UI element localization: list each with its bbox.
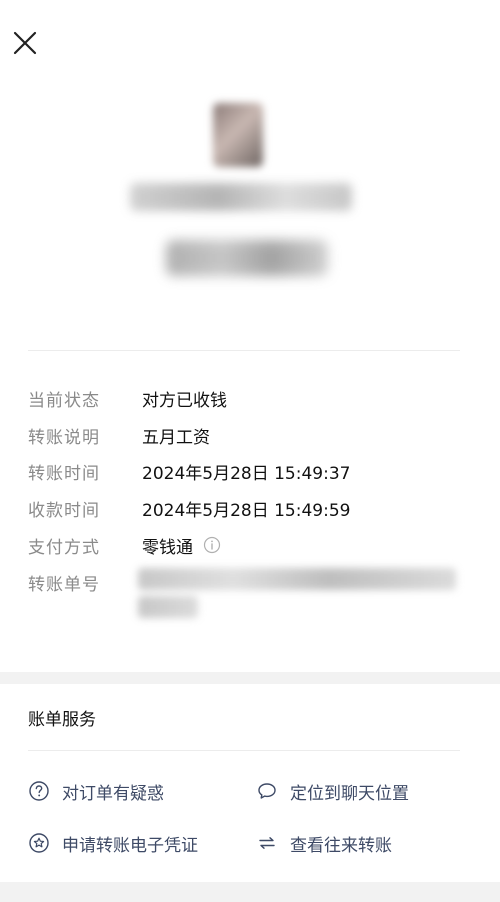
detail-row-receive-time: 收款时间 2024年5月28日 15:49:59	[28, 495, 468, 521]
locate-chat-button[interactable]: 定位到聊天位置	[256, 777, 409, 805]
detail-row-status: 当前状态 对方已收钱	[28, 385, 468, 411]
detail-label: 转账说明	[28, 427, 100, 448]
services-divider	[28, 750, 460, 751]
detail-label: 当前状态	[28, 390, 100, 411]
detail-value: 对方已收钱	[142, 390, 227, 411]
info-icon[interactable]	[203, 536, 221, 554]
header-divider	[28, 350, 460, 351]
detail-row-payment-method: 支付方式 零钱通	[28, 532, 468, 558]
close-button[interactable]	[8, 26, 42, 60]
section-separator	[0, 672, 500, 684]
star-badge-icon	[28, 832, 50, 854]
amount-redacted	[166, 240, 328, 276]
swap-arrows-icon	[256, 832, 278, 854]
view-transfers-button[interactable]: 查看往来转账	[256, 829, 392, 857]
order-number-redacted	[138, 566, 458, 620]
detail-label: 转账单号	[28, 574, 100, 595]
service-label: 申请转账电子凭证	[62, 835, 198, 856]
service-label: 对订单有疑惑	[62, 783, 164, 804]
chat-bubble-icon	[256, 780, 278, 802]
order-question-button[interactable]: 对订单有疑惑	[28, 777, 164, 805]
bottom-separator	[0, 882, 500, 902]
detail-row-transfer-time: 转账时间 2024年5月28日 15:49:37	[28, 458, 468, 484]
detail-row-note: 转账说明 五月工资	[28, 422, 468, 448]
services-title: 账单服务	[28, 710, 96, 730]
service-label: 查看往来转账	[290, 835, 392, 856]
payee-avatar	[213, 103, 263, 167]
detail-value: 2024年5月28日 15:49:37	[142, 463, 351, 484]
e-voucher-button[interactable]: 申请转账电子凭证	[28, 829, 198, 857]
detail-label: 收款时间	[28, 500, 100, 521]
detail-value: 2024年5月28日 15:49:59	[142, 500, 351, 521]
service-label: 定位到聊天位置	[290, 783, 409, 804]
detail-label: 转账时间	[28, 463, 100, 484]
payee-name-redacted	[130, 183, 352, 211]
question-circle-icon	[28, 780, 50, 802]
detail-label: 支付方式	[28, 537, 100, 558]
detail-value: 五月工资	[142, 427, 210, 448]
close-icon	[13, 31, 37, 55]
detail-value: 零钱通	[142, 537, 193, 558]
